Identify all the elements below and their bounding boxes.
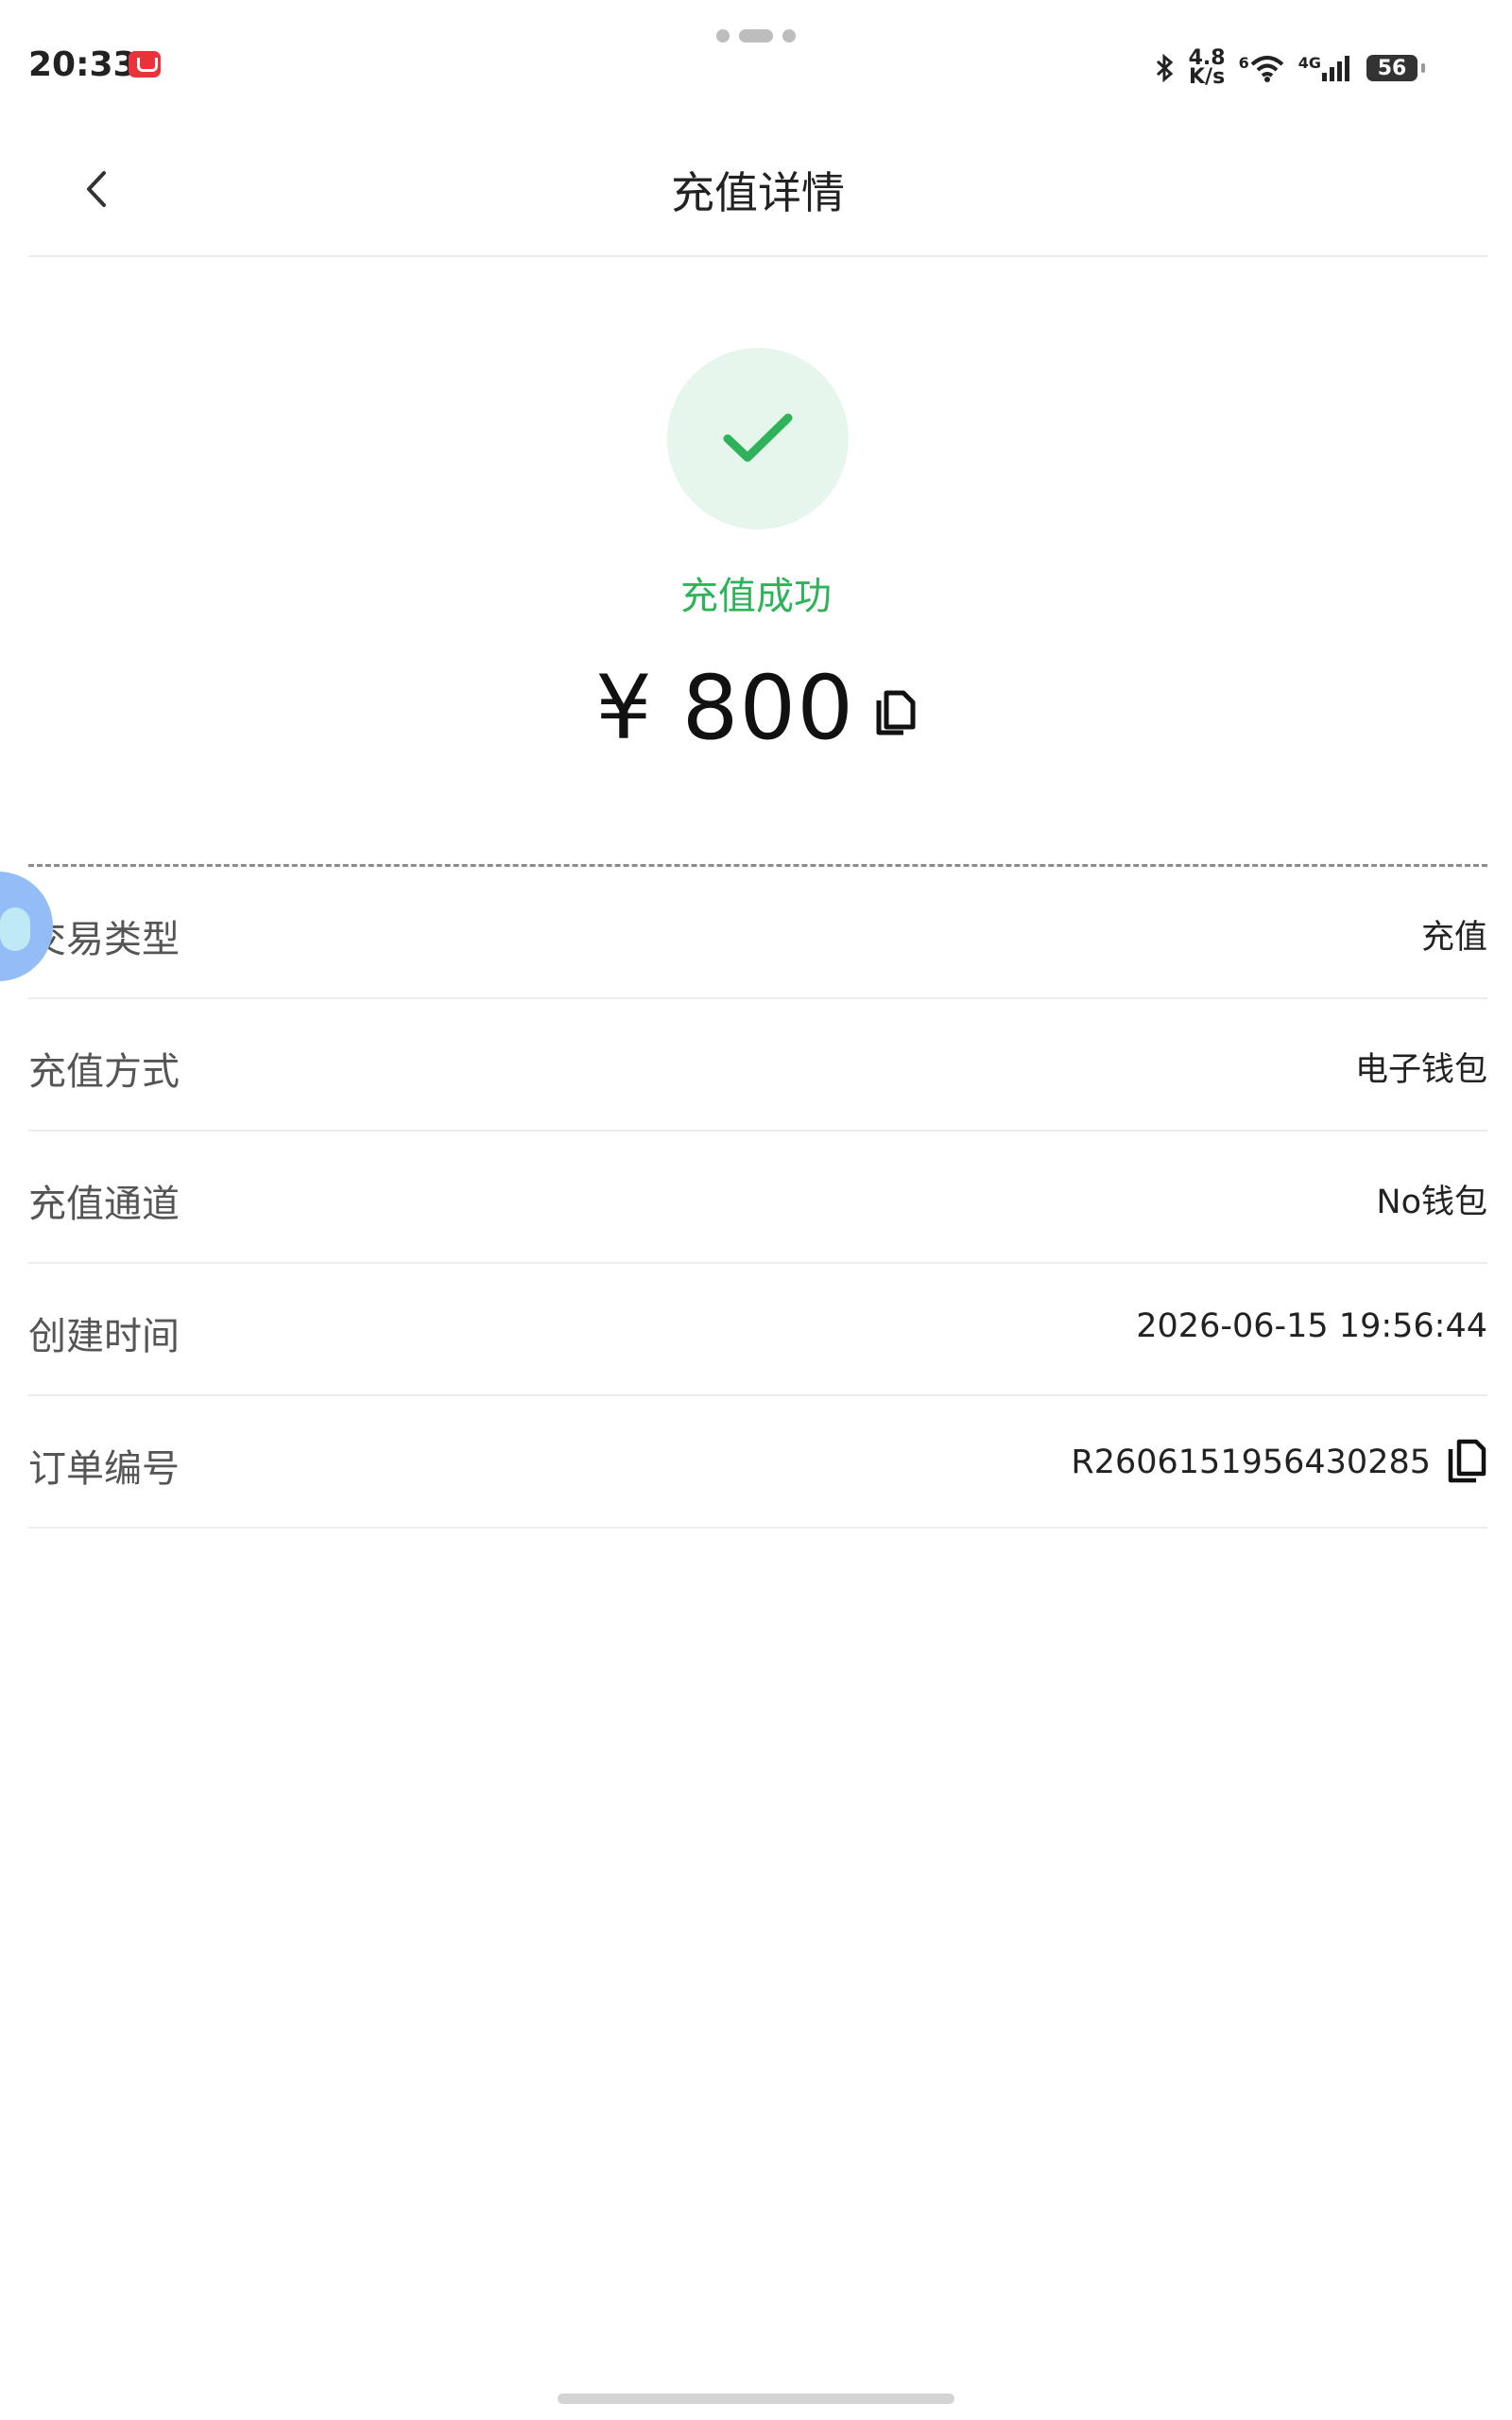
amount-value: ¥ 800 <box>594 657 855 760</box>
detail-label: 充值方式 <box>28 1050 180 1094</box>
detail-value-text: 电子钱包 <box>1354 1051 1487 1089</box>
system-icons: 4.8 K/s 6 4G 56 <box>1155 48 1425 89</box>
detail-value: 充值 <box>1421 910 1487 959</box>
detail-value-text: No钱包 <box>1376 1184 1487 1221</box>
detail-label: 充值通道 <box>28 1183 180 1226</box>
order-number-text: R2606151956430285 <box>1071 1443 1431 1481</box>
cell-signal-icon <box>1322 56 1349 81</box>
network-speed: 4.8 K/s <box>1189 48 1226 89</box>
window-drag-handle[interactable] <box>716 29 796 43</box>
detail-row-created-time: 创建时间 2026-06-15 19:56:44 <box>28 1264 1487 1396</box>
amount-display: ¥ 800 <box>0 657 1512 760</box>
detail-list: 交易类型 充值 充值方式 电子钱包 充值通道 No钱包 创建时间 2026-06… <box>28 867 1487 1529</box>
detail-label: 创建时间 <box>28 1315 180 1358</box>
notification-app-icon <box>129 51 161 78</box>
detail-value: 2026-06-15 19:56:44 <box>1136 1307 1487 1345</box>
wifi-indicator: 6 <box>1239 54 1285 82</box>
success-badge <box>667 348 849 529</box>
network-speed-unit: K/s <box>1189 65 1226 89</box>
status-bar: 20:33 4.8 K/s 6 4G 56 <box>0 0 1512 113</box>
detail-value: R2606151956430285 <box>1071 1438 1487 1485</box>
page-title: 充值详情 <box>671 167 845 218</box>
status-time: 20:33 <box>28 45 137 84</box>
bluetooth-icon <box>1156 53 1173 83</box>
home-indicator[interactable] <box>558 2394 954 2404</box>
detail-label: 订单编号 <box>28 1447 180 1491</box>
battery-icon: 56 <box>1366 55 1425 81</box>
recharge-status: 充值成功 <box>680 575 832 618</box>
detail-row-recharge-method: 充值方式 电子钱包 <box>28 999 1487 1132</box>
cell-indicator: 4G <box>1298 54 1353 82</box>
wifi-tag: 6 <box>1238 54 1249 72</box>
detail-value: 电子钱包 <box>1355 1043 1487 1091</box>
page-header: 充值详情 <box>28 123 1487 257</box>
detail-value-text: 充值 <box>1420 919 1487 957</box>
detail-row-order-number: 订单编号 R2606151956430285 <box>28 1396 1487 1529</box>
detail-value-text: 2026-06-15 19:56:44 <box>1136 1307 1487 1345</box>
detail-value: No钱包 <box>1376 1175 1487 1223</box>
detail-row-recharge-channel: 充值通道 No钱包 <box>28 1132 1487 1264</box>
wifi-icon <box>1250 56 1284 82</box>
copy-icon[interactable] <box>875 689 917 736</box>
copy-order-number-icon[interactable] <box>1446 1438 1487 1483</box>
detail-row-transaction-type: 交易类型 充值 <box>28 867 1487 999</box>
battery-level: 56 <box>1377 56 1407 80</box>
check-icon <box>723 413 793 462</box>
cell-tag: 4G <box>1297 54 1321 72</box>
